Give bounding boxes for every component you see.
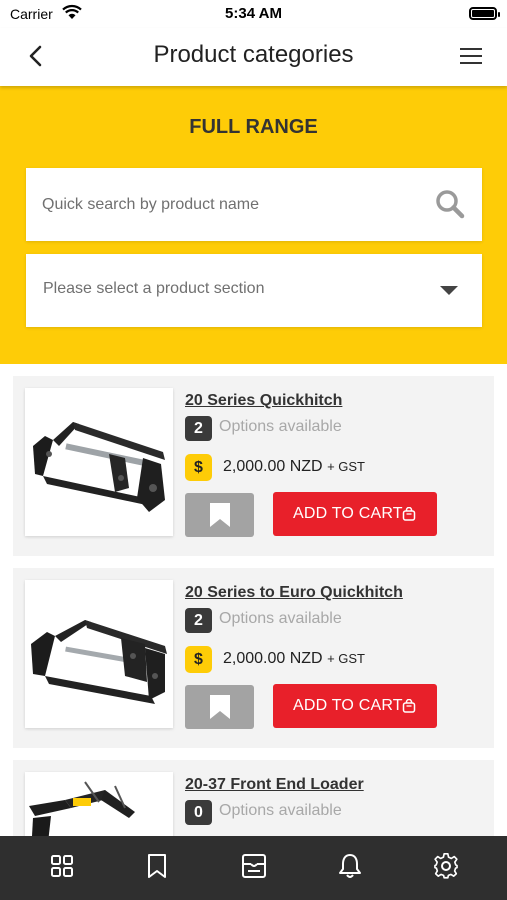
add-to-cart-label: ADD TO CART (293, 697, 403, 714)
shopping-bag-icon (402, 699, 416, 713)
bottom-tab-bar (0, 836, 507, 900)
product-name-link[interactable]: 20 Series to Euro Quickhitch (185, 584, 403, 602)
search-icon[interactable] (434, 188, 466, 220)
price: 2,000.00 NZD + GST (223, 458, 365, 476)
tab-saved[interactable] (143, 852, 171, 880)
search-box[interactable] (26, 168, 482, 241)
bookmark-icon (210, 695, 230, 719)
tax-label: + GST (327, 459, 365, 474)
options-label: Options available (219, 802, 342, 819)
tab-settings[interactable] (432, 852, 460, 880)
caret-down-icon (440, 286, 458, 295)
product-image[interactable] (25, 580, 173, 728)
grid-icon (51, 855, 73, 877)
add-to-cart-label: ADD TO CART (293, 505, 403, 522)
tab-notifications[interactable] (336, 852, 364, 880)
gear-icon (434, 853, 458, 879)
bookmark-icon (210, 503, 230, 527)
product-name-link[interactable]: 20 Series Quickhitch (185, 392, 342, 410)
bookmark-icon (148, 854, 166, 878)
page-title: Product categories (153, 41, 354, 68)
bookmark-button[interactable] (185, 493, 254, 537)
options-count-badge: 2 (185, 608, 212, 633)
product-card[interactable]: 20-37 Front End Loader 0 Options availab… (13, 760, 494, 836)
price-value: 2,000.00 NZD (223, 650, 323, 667)
options-label: Options available (219, 610, 342, 627)
section-title: FULL RANGE (189, 116, 318, 138)
euro-quickhitch-image (31, 620, 167, 704)
price: 2,000.00 NZD + GST (223, 650, 365, 668)
hamburger-menu-icon[interactable] (459, 46, 483, 66)
select-placeholder: Please select a product section (43, 280, 265, 297)
nav-bar: Product categories (0, 28, 507, 86)
product-card[interactable]: 20 Series to Euro Quickhitch 2 Options a… (13, 568, 494, 748)
tab-catalog[interactable] (240, 852, 268, 880)
filter-panel: FULL RANGE Please select a product secti… (0, 86, 507, 364)
search-input[interactable] (42, 190, 422, 220)
bell-icon (339, 854, 361, 878)
product-image[interactable] (25, 388, 173, 536)
dollar-icon: $ (185, 646, 212, 673)
status-time: 5:34 AM (225, 5, 282, 22)
options-label: Options available (219, 418, 342, 435)
shopping-bag-icon (402, 507, 416, 521)
product-image[interactable] (25, 772, 173, 836)
tax-label: + GST (327, 651, 365, 666)
product-name-link[interactable]: 20-37 Front End Loader (185, 776, 364, 794)
dollar-icon: $ (185, 454, 212, 481)
status-bar: Carrier 5:34 AM (0, 0, 507, 28)
quickhitch-image (33, 422, 165, 512)
bookmark-button[interactable] (185, 685, 254, 729)
catalog-icon (242, 854, 266, 878)
add-to-cart-button[interactable]: ADD TO CART (273, 492, 437, 536)
product-section-select[interactable]: Please select a product section (26, 254, 482, 327)
price-value: 2,000.00 NZD (223, 458, 323, 475)
product-list: 20 Series Quickhitch 2 Options available… (0, 364, 507, 836)
product-card[interactable]: 20 Series Quickhitch 2 Options available… (13, 376, 494, 556)
options-count-badge: 0 (185, 800, 212, 825)
options-count-badge: 2 (185, 416, 212, 441)
add-to-cart-button[interactable]: ADD TO CART (273, 684, 437, 728)
front-end-loader-image (29, 781, 135, 836)
tab-categories[interactable] (48, 852, 76, 880)
battery-icon (469, 7, 500, 20)
